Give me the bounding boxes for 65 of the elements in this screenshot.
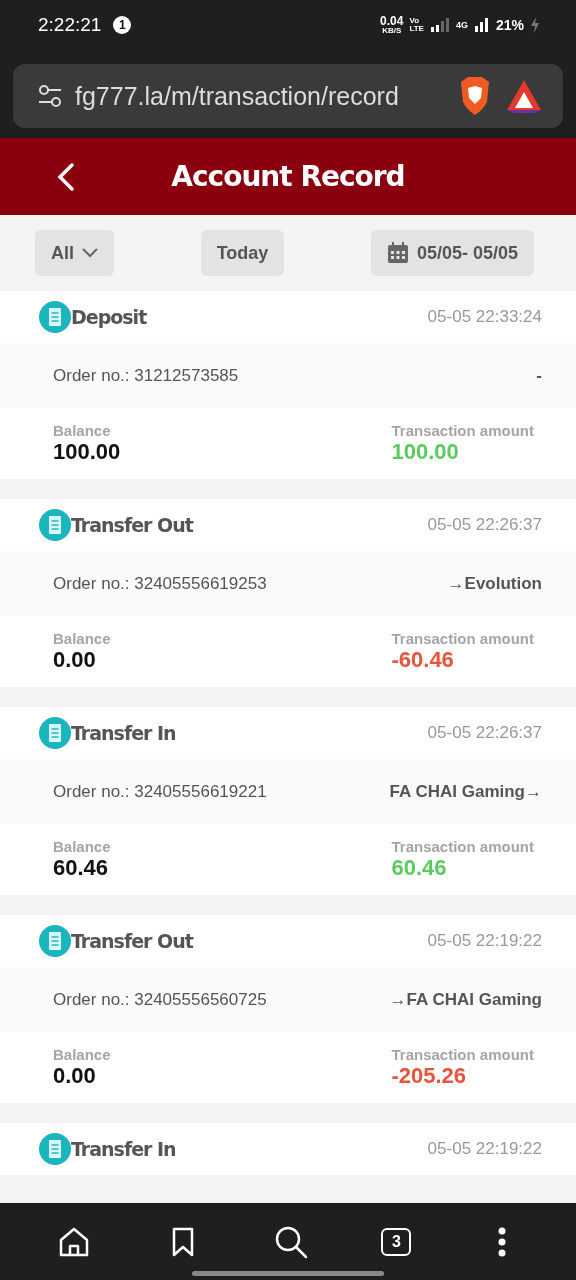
lte-label: LTE: [409, 25, 424, 33]
page-title: Account Record: [171, 160, 405, 193]
volte-label: Vo: [409, 17, 421, 25]
charging-icon: [530, 16, 540, 34]
transfer-target: →FA CHAI Gaming: [389, 989, 542, 1010]
balance-value: 60.46: [53, 855, 110, 881]
site-settings-icon[interactable]: [37, 83, 63, 109]
network-speed: 0.04: [380, 15, 404, 27]
more-icon: [496, 1226, 507, 1257]
battery-level: 21%: [495, 17, 524, 33]
receipt-icon: [39, 1133, 71, 1165]
bookmark-icon: [170, 1226, 195, 1257]
record-time: 05-05 22:19:22: [427, 1139, 542, 1159]
receipt-icon: [39, 925, 71, 957]
balance-value: 100.00: [53, 439, 121, 465]
amount-value: -60.46: [391, 647, 455, 673]
amount-label: Transaction amount: [391, 838, 534, 855]
notification-badge: 1: [113, 16, 132, 34]
amount-value: -205.26: [391, 1063, 468, 1089]
record-title: Deposit: [71, 306, 147, 328]
transfer-target: →Evolution: [447, 573, 542, 594]
amount-label: Transaction amount: [391, 422, 534, 439]
receipt-icon: [39, 301, 71, 333]
date-range-button[interactable]: 05/05- 05/05: [370, 230, 534, 276]
balance-label: Balance: [53, 630, 111, 647]
address-bar[interactable]: fg777.la/m/transaction/record: [13, 64, 563, 128]
balance-label: Balance: [53, 838, 111, 855]
status-time: 2:22:21: [38, 14, 102, 36]
amount-value: 60.46: [391, 855, 448, 881]
balance-label: Balance: [53, 1046, 111, 1063]
amount-value: 100.00: [391, 439, 460, 465]
record-time: 05-05 22:26:37: [427, 723, 542, 743]
balance-label: Balance: [53, 422, 112, 439]
triangle-icon[interactable]: [505, 78, 543, 114]
search-icon: [273, 1224, 308, 1259]
order-number: Order no.: 32405556619253: [53, 573, 267, 594]
type-dropdown[interactable]: All: [35, 230, 114, 276]
transfer-target: FA CHAI Gaming→: [389, 781, 542, 802]
tabs-button[interactable]: 3: [381, 1227, 412, 1256]
amount-label: Transaction amount: [391, 630, 534, 647]
order-number: Order no.: 32405556560725: [53, 989, 267, 1010]
receipt-icon: [39, 509, 71, 541]
balance-value: 0.00: [53, 1063, 97, 1089]
chevron-down-icon: [82, 248, 98, 258]
record-time: 05-05 22:33:24: [427, 307, 542, 327]
record-title: Transfer Out: [71, 514, 193, 536]
amount-label: Transaction amount: [391, 1046, 534, 1063]
record-title: Transfer In: [71, 722, 176, 744]
network-type: 4G: [455, 20, 468, 30]
transfer-target: -: [536, 365, 542, 386]
record-time: 05-05 22:26:37: [427, 515, 542, 535]
order-number: Order no.: 31212573585: [53, 365, 239, 386]
record-title: Transfer Out: [71, 930, 193, 952]
receipt-icon: [39, 717, 71, 749]
speed-unit: KB/S: [382, 27, 402, 35]
calendar-icon: [386, 242, 409, 264]
home-icon: [58, 1225, 91, 1258]
order-number: Order no.: 32405556619221: [53, 781, 267, 802]
gesture-handle[interactable]: [192, 1271, 384, 1276]
signal-icon: [473, 17, 490, 33]
signal-icon: [429, 17, 450, 33]
today-button[interactable]: Today: [200, 230, 285, 276]
record-time: 05-05 22:19:22: [427, 931, 542, 951]
record-title: Transfer In: [71, 1138, 176, 1160]
balance-value: 0.00: [53, 647, 97, 673]
